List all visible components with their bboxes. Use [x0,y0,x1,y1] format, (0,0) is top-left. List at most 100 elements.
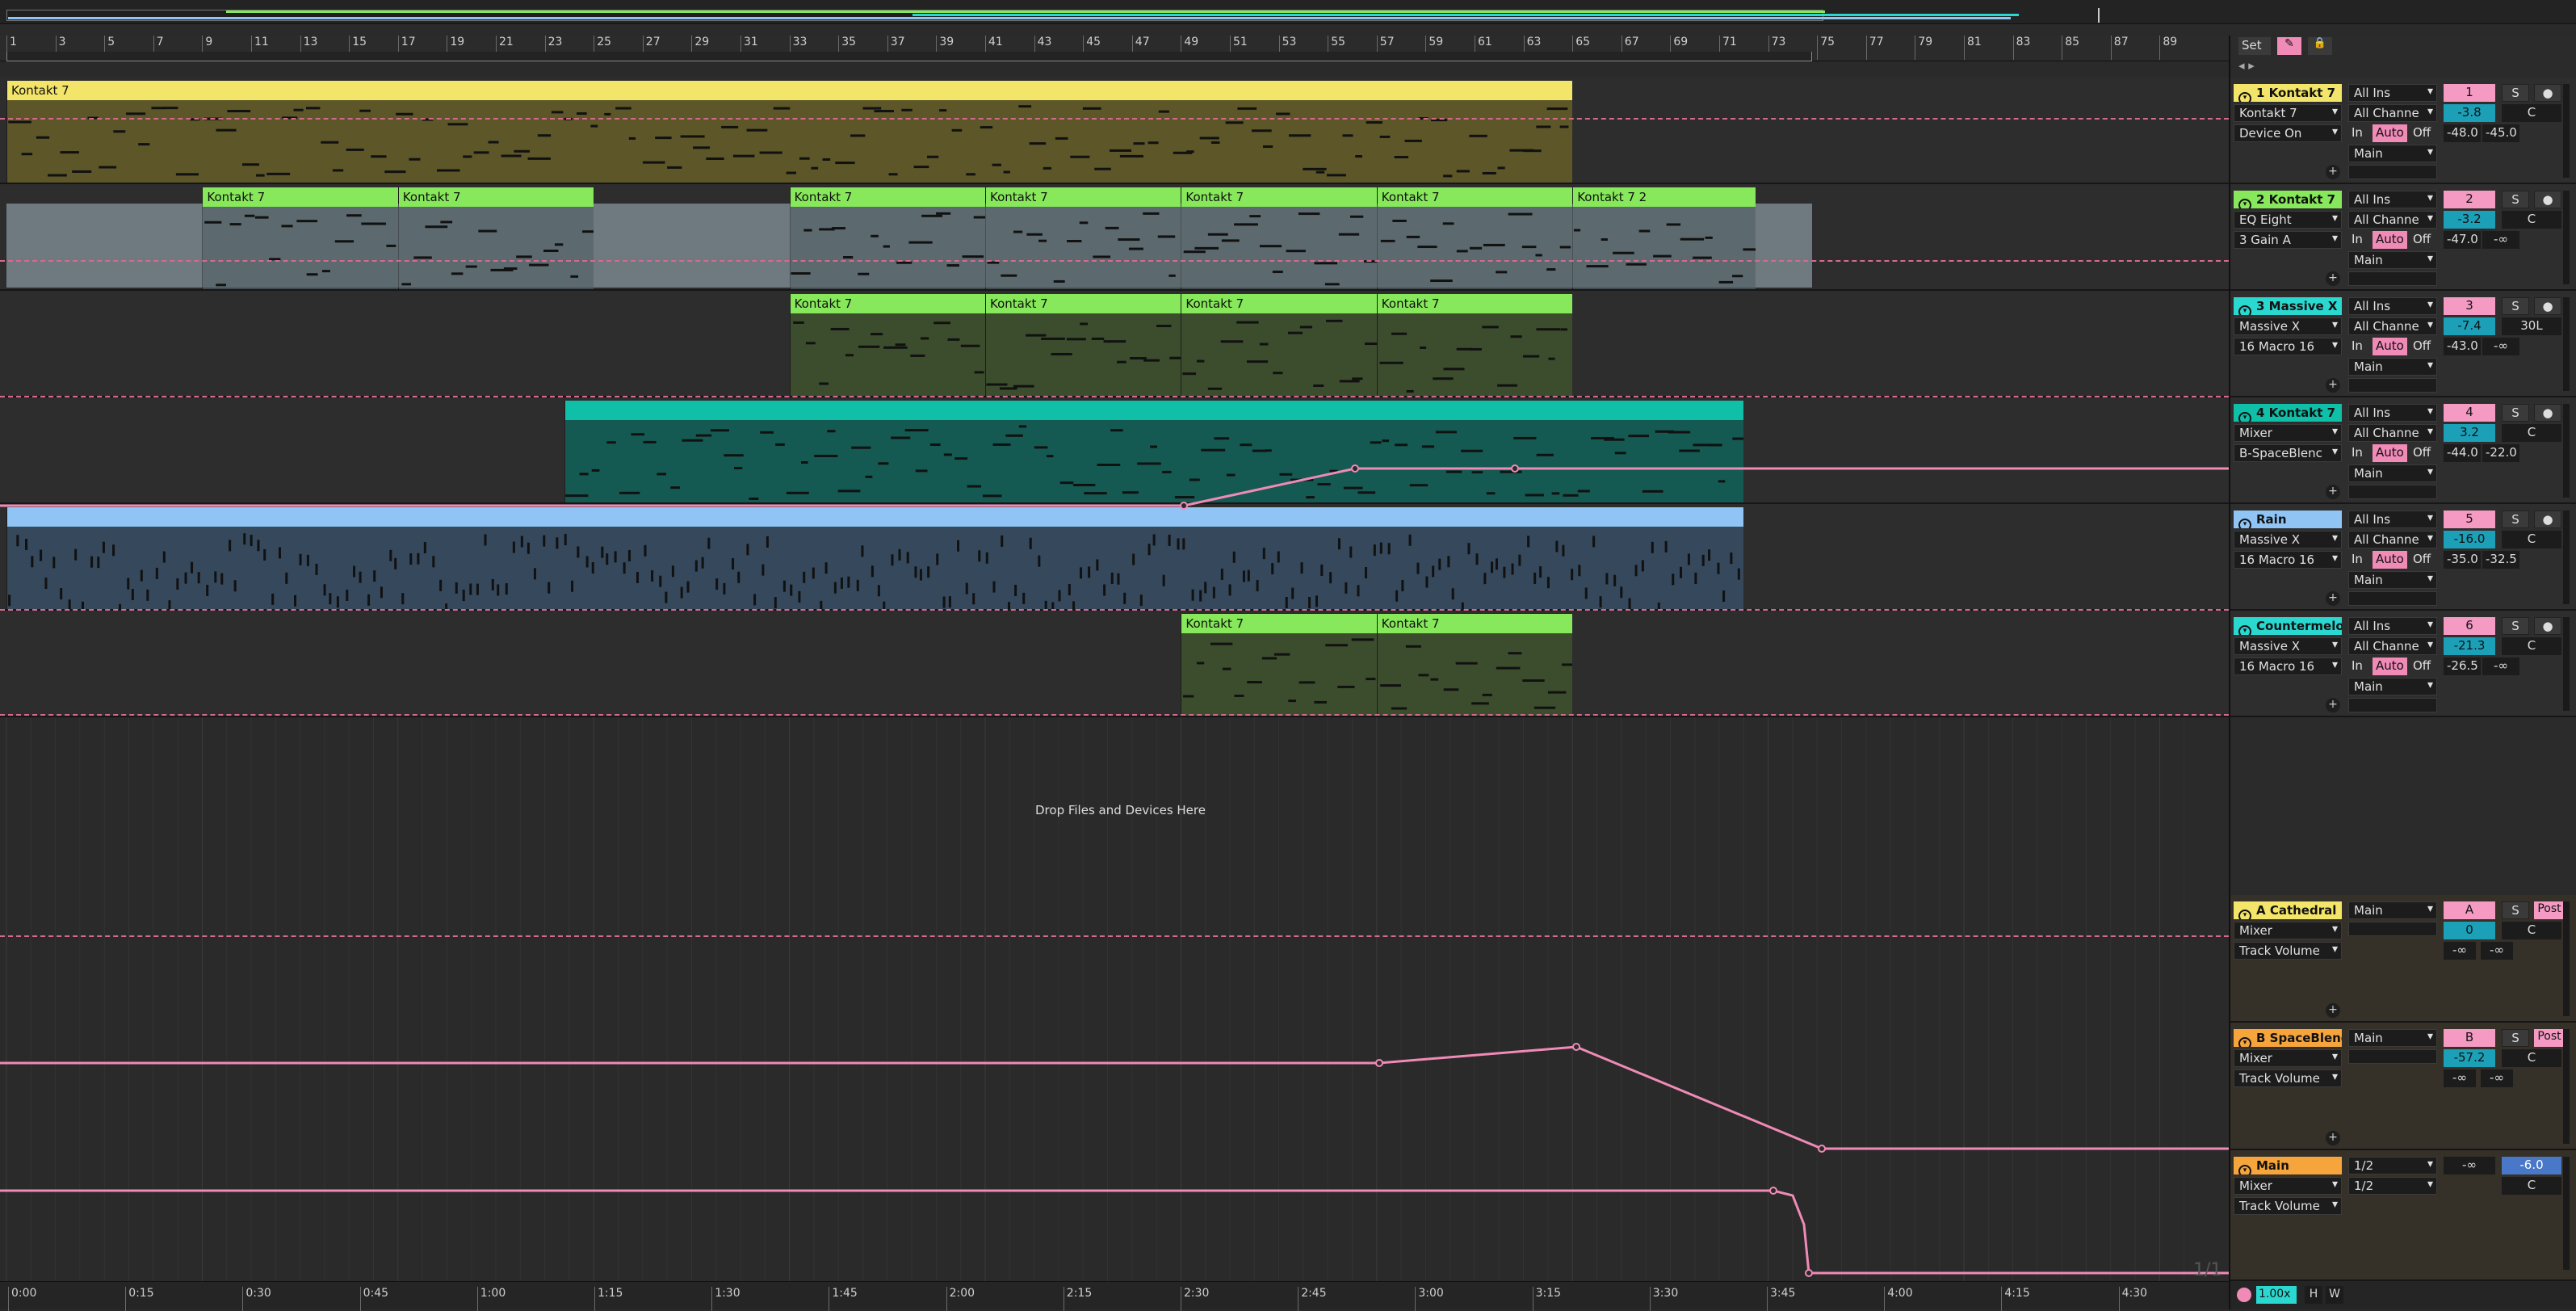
track-name[interactable]: ▾ 3 Massive X [2234,297,2342,315]
midi-clip[interactable]: Kontakt 7 [985,187,1181,289]
solo-button[interactable]: S [2502,511,2529,528]
device-chooser[interactable]: Mixer [2234,922,2342,939]
monitor-in-button[interactable]: In [2348,338,2366,355]
output-chooser[interactable]: Main [2348,678,2437,695]
solo-button[interactable]: S [2502,617,2529,635]
monitor-auto-button[interactable]: Auto [2373,551,2407,569]
solo-button[interactable]: S [2502,84,2529,102]
track-name[interactable]: ▾ 1 Kontakt 7 [2234,84,2342,102]
fold-icon[interactable]: ▾ [2238,1037,2251,1047]
output-chooser[interactable]: Main [2348,1029,2437,1047]
add-lane-icon[interactable]: + [2326,378,2340,393]
pan-field[interactable]: C [2502,424,2561,442]
midi-clip[interactable]: Kontakt 7 [1376,187,1573,289]
send-b-field[interactable]: -∞ [2482,231,2519,249]
output-channel-field[interactable] [2348,698,2437,712]
device-chooser[interactable]: Mixer [2234,1049,2342,1067]
monitor-off-button[interactable]: Off [2410,231,2434,249]
send-b-field[interactable]: -∞ [2481,942,2513,960]
midi-clip[interactable]: Kontakt 7 [1181,294,1377,396]
volume-field[interactable]: -21.3 [2444,637,2495,655]
parameter-chooser[interactable]: Track Volume [2234,1197,2342,1215]
midi-clip[interactable] [564,401,1744,502]
back-icon[interactable]: ◂ ▸ [2238,58,2255,73]
track-name[interactable]: ▾ Main [2234,1157,2342,1174]
midi-clip[interactable]: Kontakt 7 [1376,614,1573,716]
midi-clip[interactable]: Kontakt 7 [789,187,985,289]
solo-button[interactable]: S [2502,901,2529,919]
parameter-chooser[interactable]: Device On [2234,124,2342,142]
solo-button[interactable]: S [2502,297,2529,315]
output-channel-field[interactable] [2348,922,2437,936]
fold-icon[interactable]: ▾ [2238,625,2251,635]
output-chooser[interactable]: Main [2348,464,2437,482]
drop-area[interactable]: Drop Files and Devices Here [0,724,2229,977]
send-b-field[interactable]: -45.0 [2482,124,2519,142]
set-button[interactable]: Set [2238,37,2271,55]
main-volume-field[interactable]: -6.0 [2502,1157,2561,1174]
send-b-field[interactable]: -∞ [2481,1069,2513,1087]
fold-icon[interactable]: ▾ [2238,910,2251,919]
pencil-toggle-icon[interactable]: ✎ [2277,37,2301,55]
arrangement-track[interactable]: Kontakt 7 Kontakt 7 [0,611,2229,717]
arrangement-track[interactable]: Kontakt 7 Kontakt 7 Kontakt 7 Kontakt 7 Kont… [0,184,2229,291]
solo-button[interactable]: S [2502,1029,2529,1047]
track-activator[interactable]: 2 [2444,191,2495,208]
cue-out-chooser[interactable]: 1/2 [2348,1157,2437,1174]
track-activator[interactable]: 6 [2444,617,2495,635]
monitor-off-button[interactable]: Off [2410,444,2434,462]
output-channel-field[interactable] [2348,1049,2437,1064]
monitor-off-button[interactable]: Off [2410,124,2434,142]
parameter-chooser[interactable]: 16 Macro 16 [2234,338,2342,355]
device-chooser[interactable]: EQ Eight [2234,211,2342,229]
monitor-in-button[interactable]: In [2348,551,2366,569]
monitor-auto-button[interactable]: Auto [2373,124,2407,142]
add-lane-icon[interactable]: + [2326,591,2340,606]
input-type-chooser[interactable]: All Ins [2348,191,2437,208]
device-chooser[interactable]: Mixer [2234,1177,2342,1195]
solo-button[interactable]: S [2502,191,2529,208]
track-name[interactable]: ▾ Rain [2234,511,2342,528]
fold-icon[interactable]: ▾ [2238,519,2251,528]
midi-clip[interactable]: Kontakt 7 [1376,294,1573,396]
input-channel-chooser[interactable]: All Channe [2348,317,2437,335]
parameter-chooser[interactable]: Track Volume [2234,942,2342,960]
arrangement-track[interactable] [0,397,2229,504]
volume-field[interactable]: -3.8 [2444,104,2495,122]
output-channel-field[interactable] [2348,165,2437,179]
loop-region[interactable] [6,52,1812,61]
time-ruler[interactable]: 0:00 0:15 0:30 0:45 1:00 1:15 1:30 1:45 2:00 2:15… [0,1281,2229,1311]
volume-field[interactable]: -57.2 [2444,1049,2495,1067]
send-a-field[interactable]: -47.0 [2444,231,2481,249]
output-chooser[interactable]: Main [2348,358,2437,376]
arm-button[interactable]: ● [2534,84,2561,102]
input-channel-chooser[interactable]: All Channe [2348,531,2437,548]
volume-field[interactable]: 3.2 [2444,424,2495,442]
send-b-field[interactable]: -22.0 [2482,444,2519,462]
parameter-chooser[interactable]: B-SpaceBlenc [2234,444,2342,462]
input-channel-chooser[interactable]: All Channe [2348,211,2437,229]
pan-field[interactable]: C [2502,1177,2561,1195]
volume-field[interactable]: -16.0 [2444,531,2495,548]
parameter-chooser[interactable]: 3 Gain A [2234,231,2342,249]
midi-clip[interactable]: Kontakt 7 [1181,187,1377,289]
fold-icon[interactable]: ▾ [2238,1165,2251,1174]
device-chooser[interactable]: Massive X [2234,317,2342,335]
arm-button[interactable]: ● [2534,511,2561,528]
add-lane-icon[interactable]: + [2326,271,2340,286]
zoom-icon[interactable] [2237,1288,2251,1302]
lock-icon[interactable]: 🔒 [2308,37,2332,55]
track-name[interactable]: ▾ A Cathedral [2234,901,2342,919]
device-chooser[interactable]: Mixer [2234,424,2342,442]
send-b-field[interactable]: -∞ [2482,338,2519,355]
input-type-chooser[interactable]: All Ins [2348,84,2437,102]
send-a-field[interactable]: -43.0 [2444,338,2481,355]
fold-icon[interactable]: ▾ [2238,199,2251,208]
midi-clip[interactable]: Kontakt 7 [985,294,1181,396]
send-a-field[interactable]: -35.0 [2444,551,2481,569]
pan-field[interactable]: 30L [2502,317,2561,335]
pan-field[interactable]: C [2502,531,2561,548]
midi-clip[interactable]: Kontakt 7 [6,81,1573,183]
device-chooser[interactable]: Massive X [2234,637,2342,655]
track-activator[interactable]: 4 [2444,404,2495,422]
